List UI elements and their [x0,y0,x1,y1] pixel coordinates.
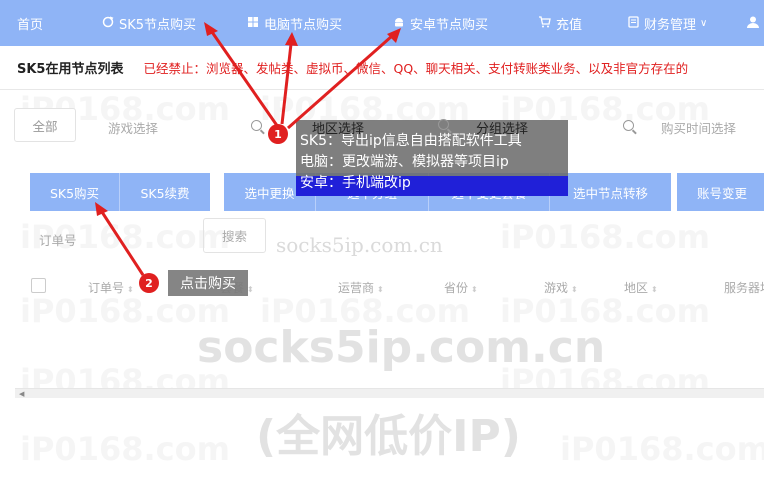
change-selected-label: 选中更换 [244,185,295,201]
watermark-slogan: (全网低价IP) [256,411,521,462]
select-all-checkbox[interactable] [31,278,46,293]
order-number-input[interactable]: 订单号 [39,230,77,249]
nav-finance-label: 财务管理 [644,17,697,33]
annotation-badge-2: 2 [139,273,159,293]
column-header[interactable]: 游戏 ⬍ [544,279,578,296]
user-icon [746,15,760,32]
nav-home[interactable]: 首页 [17,0,43,46]
sort-arrows-icon: ⬍ [571,285,578,294]
nav-pc-buy-label: 电脑节点购买 [264,17,343,33]
sort-arrows-icon: ⬍ [377,285,384,294]
column-header[interactable]: 服务器地 [724,279,764,296]
column-header[interactable]: 订单号 ⬍ [88,279,134,296]
nav-finance[interactable]: 财务管理 ∨ [628,0,707,46]
nav-recharge[interactable]: 充值 [538,0,582,46]
nav-recharge-label: 充值 [556,17,583,33]
scroll-left-icon: ◀ [19,390,25,398]
sort-arrows-icon: ⬍ [471,285,478,294]
page-title: SK5在用节点列表 [17,62,124,77]
table-header: 订单号⬍ 套餐⬍ 运营商⬍ 省份⬍ 游戏⬍ 地区⬍ 服务器地 [15,266,764,306]
column-header[interactable]: 省份 ⬍ [444,279,478,296]
search-icon [438,118,449,134]
refresh-icon [102,15,114,31]
sort-arrows-icon: ⬍ [127,285,134,294]
game-select[interactable]: 游戏选择 [108,118,158,137]
horizontal-scrollbar[interactable]: ◀ [15,388,764,398]
windows-icon [247,16,259,31]
nav-home-label: 首页 [17,17,44,33]
forbidden-notice: 已经禁止：浏览器、发帖类、虚拟币、微信、QQ、聊天相关、支付转账类业务、以及非官… [143,61,689,76]
sk5-renew-button[interactable]: SK5续费 [119,173,210,211]
chevron-down-icon: ∨ [700,17,708,29]
sort-arrows-icon: ⬍ [651,285,658,294]
sort-arrows-icon: ⬍ [247,285,254,294]
tooltip-line-pc: 电脑：更改端游、模拟器等项目ip [300,154,509,170]
watermark-text: iP0168.com [500,218,710,256]
tab-all[interactable]: 全部 [14,108,76,142]
document-icon [628,15,639,31]
notice-bar: SK5在用节点列表 已经禁止：浏览器、发帖类、虚拟币、微信、QQ、聊天相关、支付… [0,46,764,90]
tooltip-line-android: 安卓：手机端改ip [300,175,411,191]
search-icon [623,119,634,135]
column-header[interactable]: 地区 ⬍ [624,279,658,296]
nav-sk5-buy[interactable]: SK5节点购买 [102,0,196,46]
watermark-text: iP0168.com [560,430,764,468]
purchase-time-select[interactable]: 购买时间选择 [661,118,736,137]
annotation-click-buy: 点击购买 [168,270,248,296]
nav-android-buy[interactable]: 安卓节点购买 [393,0,488,46]
android-icon [393,16,405,31]
watermark-domain: socks5ip.com.cn [197,322,606,373]
search-icon [251,119,262,135]
sk5-buy-button[interactable]: SK5购买 [30,173,119,211]
nav-android-buy-label: 安卓节点购买 [410,17,489,33]
top-nav: 首页 SK5节点购买 电脑节点购买 安卓节点购买 充值 财务管理 ∨ [0,0,764,46]
watermark-text: iP0168.com [20,430,230,468]
region-select[interactable]: 地区选择 [312,118,364,137]
user-menu[interactable] [746,0,764,46]
annotation-badge-1: 1 [268,124,288,144]
cart-icon [538,15,551,31]
watermark-domain-small: socks5ip.com.cn [276,233,443,257]
search-button[interactable]: 搜索 [203,218,266,253]
nav-pc-buy[interactable]: 电脑节点购买 [247,0,342,46]
account-change-button[interactable]: 账号变更 [677,173,764,211]
group-select[interactable]: 分组选择 [476,118,528,137]
column-header[interactable]: 运营商 ⬍ [338,279,384,296]
nav-sk5-buy-label: SK5节点购买 [119,17,197,33]
